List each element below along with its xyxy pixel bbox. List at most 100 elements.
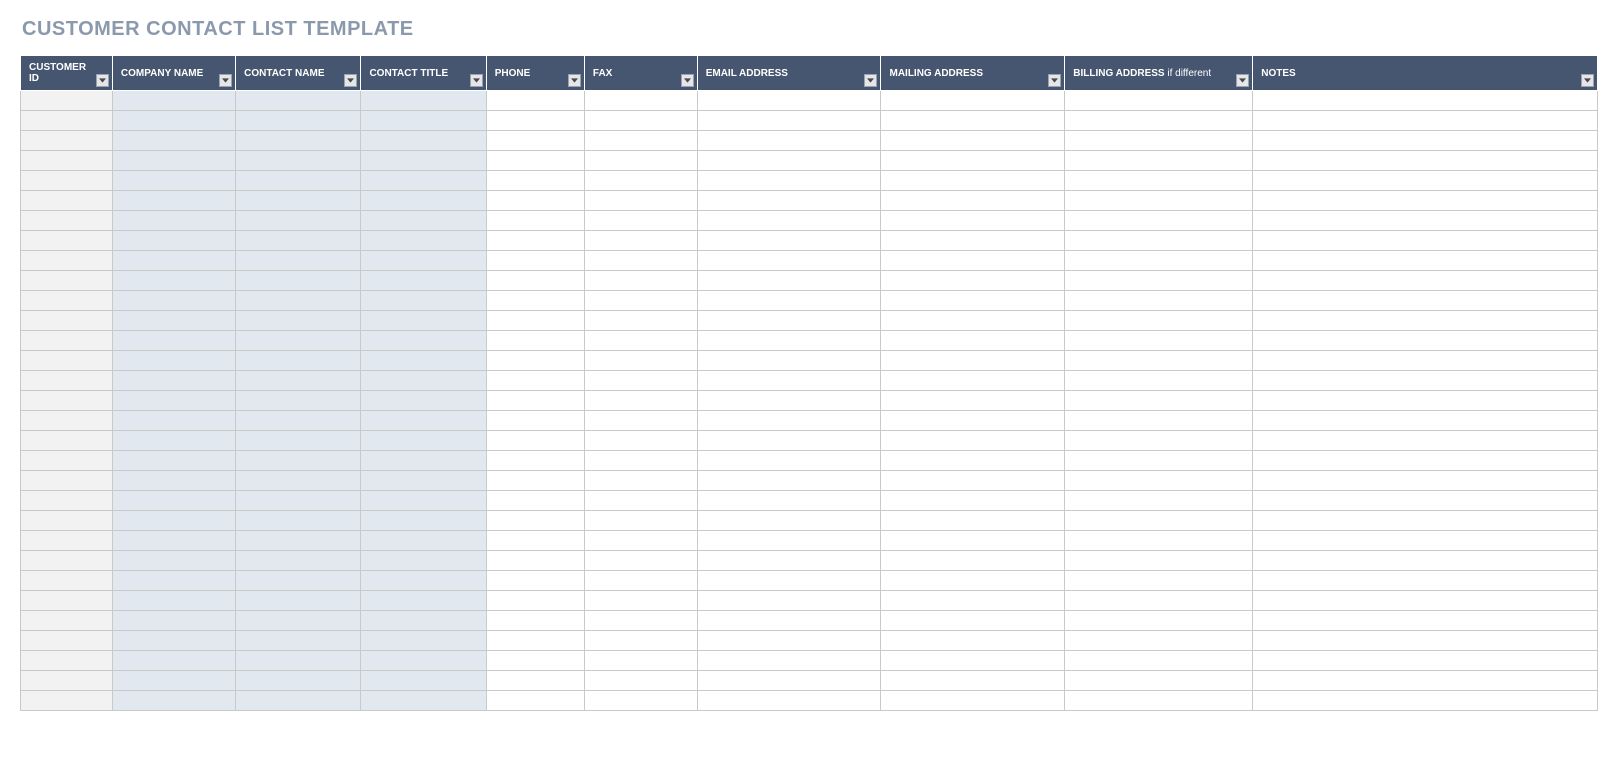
cell[interactable] <box>584 471 697 491</box>
cell[interactable] <box>21 591 113 611</box>
cell[interactable] <box>21 611 113 631</box>
cell[interactable] <box>1253 151 1598 171</box>
cell[interactable] <box>1253 351 1598 371</box>
cell[interactable] <box>486 291 584 311</box>
cell[interactable] <box>697 571 881 591</box>
cell[interactable] <box>584 351 697 371</box>
cell[interactable] <box>881 271 1065 291</box>
cell[interactable] <box>236 231 361 251</box>
cell[interactable] <box>486 631 584 651</box>
cell[interactable] <box>21 471 113 491</box>
cell[interactable] <box>1253 451 1598 471</box>
cell[interactable] <box>486 371 584 391</box>
cell[interactable] <box>881 371 1065 391</box>
cell[interactable] <box>584 131 697 151</box>
cell[interactable] <box>881 171 1065 191</box>
cell[interactable] <box>584 591 697 611</box>
cell[interactable] <box>584 571 697 591</box>
cell[interactable] <box>1065 671 1253 691</box>
cell[interactable] <box>881 611 1065 631</box>
cell[interactable] <box>1253 131 1598 151</box>
cell[interactable] <box>486 451 584 471</box>
cell[interactable] <box>584 531 697 551</box>
cell[interactable] <box>361 651 486 671</box>
cell[interactable] <box>361 591 486 611</box>
cell[interactable] <box>21 391 113 411</box>
cell[interactable] <box>697 291 881 311</box>
cell[interactable] <box>881 331 1065 351</box>
cell[interactable] <box>881 131 1065 151</box>
cell[interactable] <box>1253 491 1598 511</box>
cell[interactable] <box>112 191 235 211</box>
cell[interactable] <box>1253 271 1598 291</box>
cell[interactable] <box>21 531 113 551</box>
cell[interactable] <box>1253 691 1598 711</box>
cell[interactable] <box>1253 591 1598 611</box>
cell[interactable] <box>881 551 1065 571</box>
cell[interactable] <box>21 371 113 391</box>
cell[interactable] <box>486 131 584 151</box>
cell[interactable] <box>361 391 486 411</box>
cell[interactable] <box>236 571 361 591</box>
cell[interactable] <box>21 491 113 511</box>
cell[interactable] <box>21 451 113 471</box>
cell[interactable] <box>486 171 584 191</box>
cell[interactable] <box>361 131 486 151</box>
cell[interactable] <box>881 411 1065 431</box>
cell[interactable] <box>1253 251 1598 271</box>
cell[interactable] <box>486 391 584 411</box>
cell[interactable] <box>697 551 881 571</box>
cell[interactable] <box>697 451 881 471</box>
cell[interactable] <box>112 331 235 351</box>
cell[interactable] <box>486 231 584 251</box>
cell[interactable] <box>1065 151 1253 171</box>
cell[interactable] <box>697 151 881 171</box>
cell[interactable] <box>697 111 881 131</box>
cell[interactable] <box>1065 571 1253 591</box>
cell[interactable] <box>236 491 361 511</box>
cell[interactable] <box>584 551 697 571</box>
cell[interactable] <box>697 311 881 331</box>
cell[interactable] <box>486 571 584 591</box>
cell[interactable] <box>236 211 361 231</box>
filter-dropdown-icon[interactable] <box>681 74 694 87</box>
cell[interactable] <box>881 591 1065 611</box>
cell[interactable] <box>697 371 881 391</box>
cell[interactable] <box>697 91 881 111</box>
cell[interactable] <box>112 411 235 431</box>
cell[interactable] <box>486 591 584 611</box>
cell[interactable] <box>361 291 486 311</box>
cell[interactable] <box>584 151 697 171</box>
cell[interactable] <box>584 191 697 211</box>
cell[interactable] <box>1065 191 1253 211</box>
cell[interactable] <box>486 191 584 211</box>
cell[interactable] <box>1065 591 1253 611</box>
cell[interactable] <box>1065 331 1253 351</box>
cell[interactable] <box>697 651 881 671</box>
cell[interactable] <box>361 111 486 131</box>
cell[interactable] <box>21 91 113 111</box>
cell[interactable] <box>881 391 1065 411</box>
cell[interactable] <box>21 511 113 531</box>
cell[interactable] <box>1065 91 1253 111</box>
cell[interactable] <box>112 251 235 271</box>
cell[interactable] <box>1065 311 1253 331</box>
cell[interactable] <box>112 531 235 551</box>
cell[interactable] <box>584 511 697 531</box>
cell[interactable] <box>21 631 113 651</box>
cell[interactable] <box>21 291 113 311</box>
cell[interactable] <box>236 191 361 211</box>
cell[interactable] <box>361 211 486 231</box>
cell[interactable] <box>21 551 113 571</box>
cell[interactable] <box>236 91 361 111</box>
cell[interactable] <box>112 271 235 291</box>
cell[interactable] <box>236 471 361 491</box>
cell[interactable] <box>112 471 235 491</box>
cell[interactable] <box>697 251 881 271</box>
cell[interactable] <box>584 371 697 391</box>
cell[interactable] <box>361 511 486 531</box>
cell[interactable] <box>361 631 486 651</box>
cell[interactable] <box>486 251 584 271</box>
cell[interactable] <box>584 491 697 511</box>
cell[interactable] <box>584 631 697 651</box>
